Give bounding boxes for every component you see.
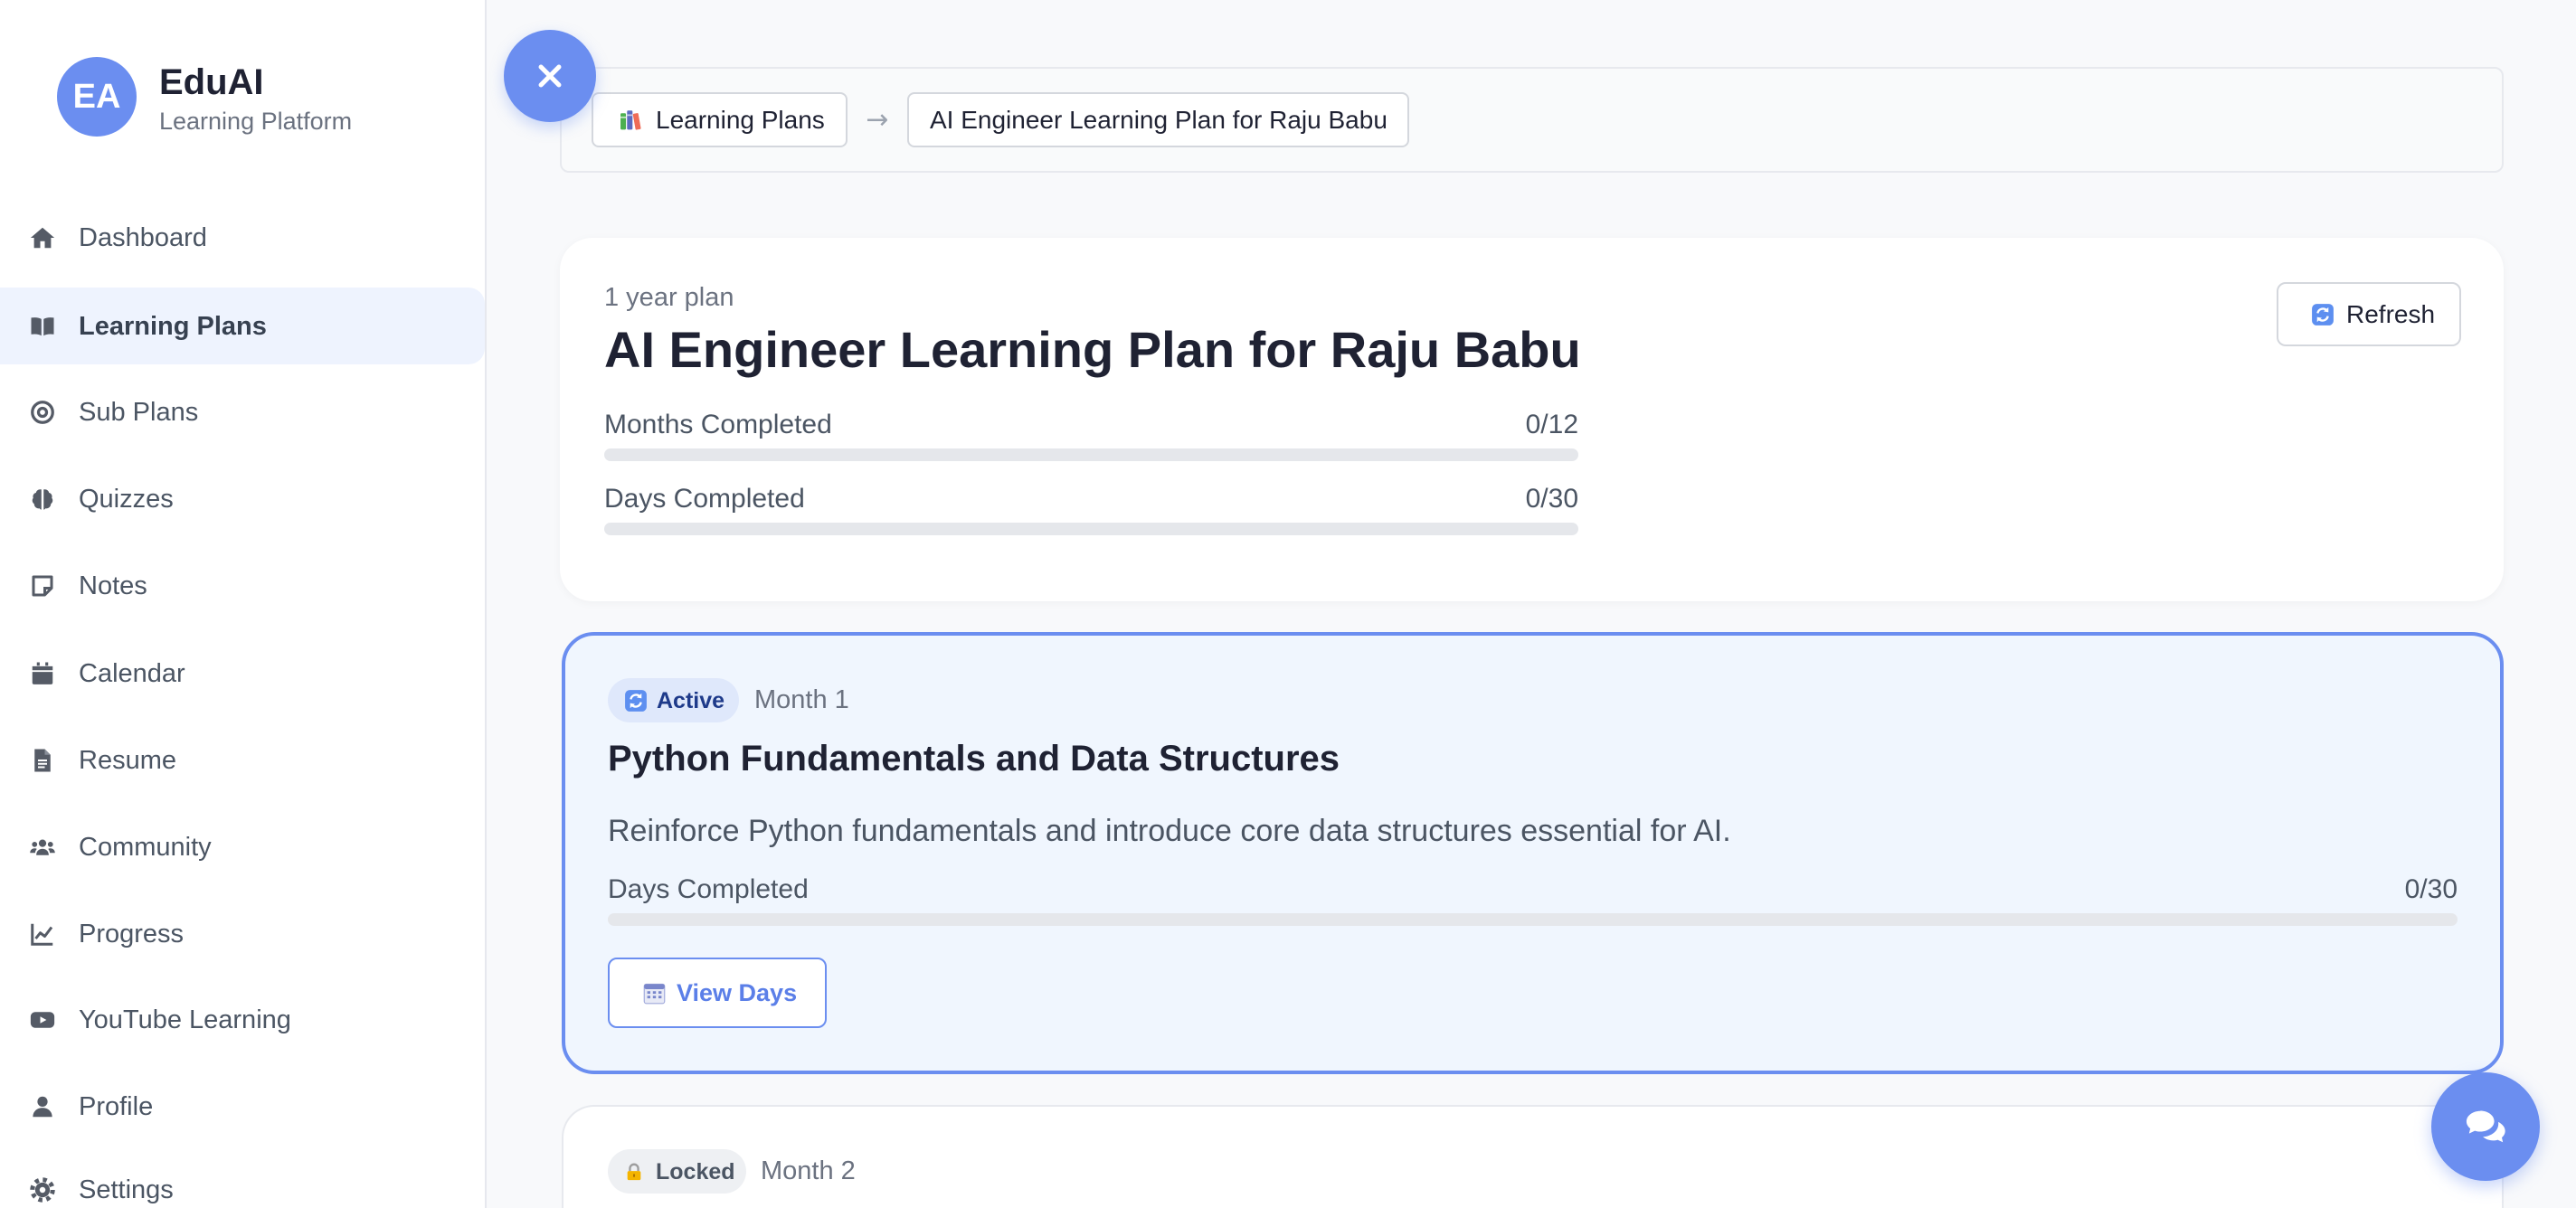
sidebar-item-label: Notes <box>79 571 147 600</box>
progress-value: 0/30 <box>2404 874 2458 904</box>
sidebar-item-label: YouTube Learning <box>79 1005 291 1034</box>
days-progress-bar <box>604 523 1578 535</box>
plan-duration: 1 year plan <box>604 283 734 312</box>
breadcrumb-label: AI Engineer Learning Plan for Raju Babu <box>930 105 1387 134</box>
status-badge: Active <box>608 678 739 722</box>
brain-icon <box>32 489 53 510</box>
sidebar-item-notes[interactable]: Notes <box>0 568 485 604</box>
progress-label: Days Completed <box>608 874 809 904</box>
books-icon <box>620 110 641 130</box>
days-progress-row: Days Completed 0/30 <box>608 873 2458 906</box>
sticky-note-icon <box>32 575 53 597</box>
sidebar-item-dashboard[interactable]: Dashboard <box>0 220 485 256</box>
refresh-button[interactable]: Refresh <box>2277 282 2461 346</box>
months-progress-bar <box>604 448 1578 461</box>
month-number: Month 2 <box>761 1156 856 1185</box>
gear-icon <box>30 1177 55 1203</box>
progress-label: Days Completed <box>604 484 805 514</box>
calendar-icon <box>32 662 53 684</box>
chat-button[interactable] <box>2431 1072 2540 1181</box>
book-open-icon <box>31 316 54 335</box>
calendar-icon <box>643 983 666 1004</box>
logo-avatar: EA <box>57 57 137 137</box>
status-badge: Locked <box>608 1149 746 1194</box>
user-icon <box>33 1096 52 1118</box>
refresh-icon <box>2312 303 2334 326</box>
sidebar-item-label: Profile <box>79 1092 154 1121</box>
sidebar-item-label: Resume <box>79 746 176 775</box>
progress-label: Months Completed <box>604 410 832 439</box>
users-icon <box>30 839 55 855</box>
sidebar-item-resume[interactable]: Resume <box>0 742 485 779</box>
sidebar-item-quizzes[interactable]: Quizzes <box>0 481 485 517</box>
breadcrumb-current-plan: AI Engineer Learning Plan for Raju Babu <box>907 92 1409 147</box>
month-number: Month 1 <box>754 685 849 714</box>
breadcrumb: Learning Plans → AI Engineer Learning Pl… <box>560 67 2504 173</box>
refresh-label: Refresh <box>2346 299 2436 328</box>
chart-line-icon <box>31 923 53 946</box>
bullseye-icon <box>31 401 54 424</box>
breadcrumb-learning-plans[interactable]: Learning Plans <box>592 92 848 147</box>
view-days-label: View Days <box>677 979 798 1006</box>
progress-value: 0/30 <box>1525 484 1578 514</box>
month-card-2: Locked Month 2 <box>562 1105 2504 1208</box>
sidebar-item-settings[interactable]: Settings <box>0 1172 485 1208</box>
sidebar-item-profile[interactable]: Profile <box>0 1089 485 1125</box>
breadcrumb-separator: → <box>866 104 889 136</box>
home-icon <box>30 227 55 249</box>
youtube-icon <box>30 1012 55 1028</box>
plan-header-card: 1 year plan AI Engineer Learning Plan fo… <box>560 238 2504 601</box>
close-button[interactable] <box>504 30 596 122</box>
status-badge-label: Active <box>657 687 725 713</box>
sidebar-item-label: Learning Plans <box>79 311 267 341</box>
sidebar-item-label: Progress <box>79 920 185 948</box>
app-tagline: Learning Platform <box>159 108 353 135</box>
lock-icon <box>627 1163 641 1180</box>
file-icon <box>34 749 51 772</box>
sidebar-item-label: Calendar <box>79 659 185 688</box>
sidebar-item-calendar[interactable]: Calendar <box>0 656 485 692</box>
status-badge-label: Locked <box>656 1158 735 1184</box>
days-progress-bar <box>608 913 2458 926</box>
month-description: Reinforce Python fundamentals and introd… <box>608 814 1731 848</box>
sidebar-item-learning-plans[interactable]: Learning Plans <box>0 288 485 364</box>
view-days-button[interactable]: View Days <box>608 958 827 1028</box>
sidebar-item-label: Quizzes <box>79 485 174 514</box>
refresh-icon <box>625 689 647 712</box>
sidebar-item-youtube-learning[interactable]: YouTube Learning <box>0 1002 485 1038</box>
month-card-1: Active Month 1 Python Fundamentals and D… <box>562 632 2504 1074</box>
sidebar-item-label: Sub Plans <box>79 398 199 427</box>
app-name: EduAI <box>159 62 264 102</box>
sidebar-item-progress[interactable]: Progress <box>0 916 485 952</box>
page-title: AI Engineer Learning Plan for Raju Babu <box>604 321 1581 378</box>
days-progress-row: Days Completed 0/30 <box>604 483 1578 515</box>
sidebar-item-label: Dashboard <box>79 223 207 252</box>
sidebar-item-community[interactable]: Community <box>0 829 485 865</box>
sidebar-item-label: Settings <box>79 1175 174 1204</box>
months-progress-row: Months Completed 0/12 <box>604 409 1578 441</box>
sidebar-item-sub-plans[interactable]: Sub Plans <box>0 394 485 430</box>
progress-value: 0/12 <box>1525 410 1578 439</box>
sidebar-item-label: Community <box>79 833 212 862</box>
breadcrumb-label: Learning Plans <box>656 105 825 134</box>
sidebar: EA EduAI Learning Platform Dashboard Lea… <box>0 0 487 1208</box>
close-icon <box>538 64 562 88</box>
comments-icon <box>2466 1110 2505 1143</box>
month-title: Python Fundamentals and Data Structures <box>608 739 1340 779</box>
